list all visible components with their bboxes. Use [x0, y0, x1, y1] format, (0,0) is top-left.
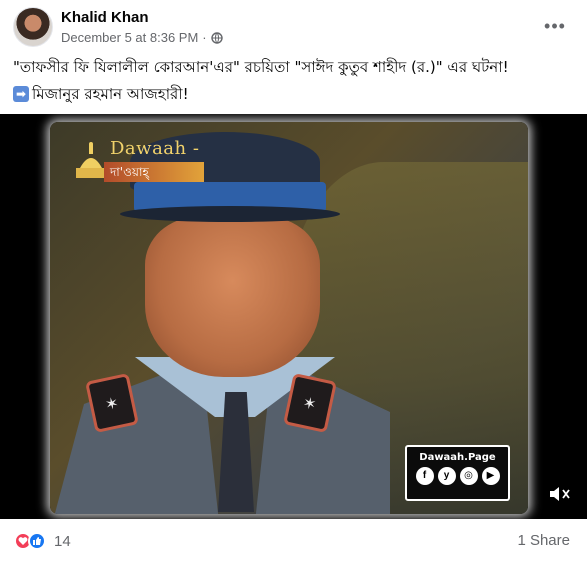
share-count[interactable]: 1 Share [517, 532, 570, 549]
more-options-button[interactable]: ••• [541, 14, 569, 38]
page-watermark: Dawaah.Page f y ◎ ▶ [405, 445, 510, 501]
post-meta: December 5 at 8:36 PM · [61, 30, 223, 45]
post-text-line-2: ➡ মিজানুর রহমান আজহারী! [13, 84, 578, 104]
star-icon: ✶ [103, 394, 121, 415]
video-player[interactable]: ✶ ✶ Dawaah - দা'ওয়াহ্ Dawaah.Page f y ◎… [0, 114, 587, 519]
collar-patch-left: ✶ [85, 372, 139, 434]
channel-logo: Dawaah - দা'ওয়াহ্ [74, 136, 204, 188]
youtube-icon: ▶ [481, 467, 500, 485]
mosque-icon [76, 142, 106, 178]
speaker-muted-icon [550, 487, 570, 501]
instagram-icon: ◎ [459, 467, 478, 485]
logo-word: Dawaah - [110, 138, 200, 159]
avatar[interactable] [13, 7, 53, 47]
post-footer: 14 1 Share [0, 519, 587, 567]
right-arrow-icon: ➡ [13, 86, 29, 102]
post-header: Khalid Khan December 5 at 8:36 PM · ••• [0, 0, 587, 52]
facebook-icon: f [415, 467, 434, 485]
like-reaction-icon [28, 532, 46, 550]
video-frame: ✶ ✶ Dawaah - দা'ওয়াহ্ Dawaah.Page f y ◎… [50, 122, 528, 514]
logo-band: দা'ওয়াহ্ [104, 162, 204, 182]
globe-icon [210, 31, 223, 44]
mute-button[interactable] [547, 483, 573, 505]
post-text-line-2-label: মিজানুর রহমান আজহারী! [32, 85, 189, 103]
post-timestamp[interactable]: December 5 at 8:36 PM [61, 30, 198, 45]
cap-peak [120, 206, 340, 222]
social-icons: f y ◎ ▶ [407, 467, 508, 485]
star-icon: ✶ [301, 394, 318, 415]
reactions-summary[interactable]: 14 [14, 532, 71, 550]
face [145, 217, 320, 377]
author-name[interactable]: Khalid Khan [61, 9, 149, 26]
twitter-icon: y [437, 467, 456, 485]
meta-separator: · [202, 30, 207, 45]
page-name: Dawaah.Page [419, 452, 496, 463]
post-text-line-1: "তাফসীর ফি যিলালীল কোরআন'এর" রচয়িতা "সা… [13, 58, 509, 76]
more-horizontal-icon: ••• [544, 16, 566, 36]
reaction-count: 14 [54, 532, 71, 550]
